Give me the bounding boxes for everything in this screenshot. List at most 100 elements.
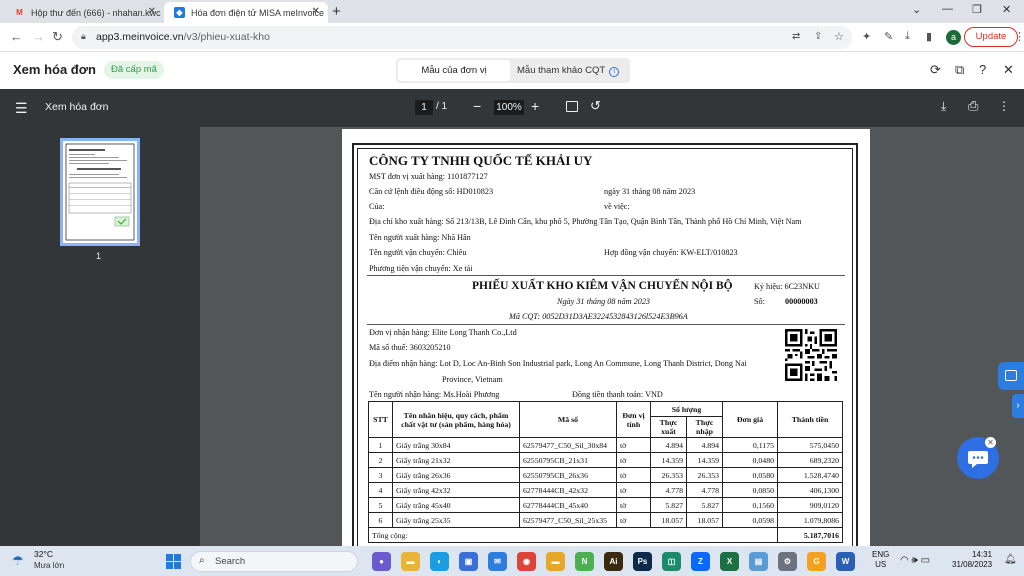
more-icon[interactable]: ⋮ (998, 99, 1010, 113)
cqt-template-button[interactable]: Mẫu tham khảo CQT i (514, 60, 626, 81)
print-icon[interactable]: ⎙ (968, 98, 978, 114)
cqt-code: Mã CQT: 0052D31D3AE3224532843126l524E3B9… (509, 312, 688, 321)
warehouse-address: Địa chỉ kho xuất hàng: Số 213/13B, Lê Đì… (369, 217, 802, 226)
cell-stt: 6 (368, 512, 393, 528)
document-date: Ngày 31 tháng 08 năm 2023 (557, 297, 651, 306)
photoshop-app-icon[interactable]: Ps (633, 552, 652, 571)
cell-name: Giấy trắng 26x36 (392, 467, 520, 483)
rotate-icon[interactable]: ↺ (590, 98, 601, 114)
new-tab-icon[interactable]: + (332, 3, 341, 20)
notification-icon[interactable]: 🔔︎ (1004, 554, 1017, 565)
minimize-icon[interactable]: — (942, 3, 953, 15)
thumbnail-preview (65, 143, 135, 241)
tab-misa[interactable]: ◆ Hóa đơn điện tử MISA meInvoice ✕ (164, 2, 328, 23)
nitro-app-icon[interactable]: N (575, 552, 594, 571)
chat-bubble-icon (1005, 370, 1017, 381)
cell-qty-out: 5.827 (650, 497, 687, 513)
close-icon[interactable]: ✕ (1003, 62, 1014, 78)
refresh-icon[interactable]: ⟳ (930, 62, 941, 78)
ms-app-icon[interactable]: ◫ (662, 552, 681, 571)
fit-page-icon[interactable] (566, 101, 578, 112)
cell-qty-out: 26.353 (650, 467, 687, 483)
zoom-input[interactable]: 100% (494, 100, 524, 115)
total-row: Tổng cộng: 5.187,7016 (368, 527, 843, 543)
pdf-page: CÔNG TY TNHH QUỐC TẾ KHẢI UY MST đơn vị … (342, 129, 870, 549)
menu-icon[interactable]: ☰ (15, 100, 28, 117)
page-number-input[interactable]: 1 (415, 100, 433, 115)
misa-icon: ◆ (174, 7, 185, 18)
translate-icon[interactable]: ⇄ (792, 31, 800, 42)
search-icon: ⌕ (199, 555, 205, 566)
file-explorer-icon[interactable]: ▬ (401, 552, 420, 571)
close-icon[interactable]: ✕ (148, 6, 156, 17)
tab-gmail[interactable]: M Hộp thư đến (666) - nhahan.kwc ✕ (4, 2, 164, 23)
reload-icon[interactable]: ↻ (52, 29, 63, 45)
close-icon[interactable]: ✕ (312, 6, 320, 17)
gmail-app-icon[interactable]: G (807, 552, 826, 571)
sidepanel-icon[interactable]: ▮ (926, 30, 932, 43)
pdf-viewer[interactable]: CÔNG TY TNHH QUỐC TẾ KHẢI UY MST đơn vị … (200, 127, 1024, 549)
download-icon[interactable]: ⤓ (905, 30, 910, 43)
system-tray[interactable]: ◠ 🕪︎ ▭ (900, 555, 930, 566)
download-icon[interactable]: ⤓ (941, 99, 946, 114)
weather-condition: Mưa lớn (34, 561, 65, 570)
back-icon[interactable]: ← (10, 29, 23, 44)
expand-panel-button[interactable]: › (1012, 394, 1024, 418)
illustrator-app-icon[interactable]: Ai (604, 552, 623, 571)
table-row: 1 Giấy trắng 30x84 62579477_C50_Sil_30x84 t… (368, 437, 843, 453)
search-input[interactable]: ⌕ Search (190, 551, 358, 572)
info-icon[interactable]: i (609, 67, 620, 77)
page-thumbnail[interactable] (60, 138, 140, 246)
photos-app-icon[interactable]: ▤ (749, 552, 768, 571)
zoom-in-icon[interactable]: + (531, 98, 539, 114)
share-icon[interactable]: ⇪ (814, 31, 822, 42)
edge-app-icon[interactable]: ◐ (430, 552, 449, 571)
store-app-icon[interactable]: ▣ (459, 552, 478, 571)
cell-name: Giấy trắng 42x32 (392, 482, 520, 498)
mail-app-icon[interactable]: ✉ (488, 552, 507, 571)
start-button[interactable] (166, 554, 181, 569)
tab-search-icon[interactable]: ⌄ (912, 3, 921, 16)
receiver-name: Tên người nhận hàng: Ms.Hoài Phương (369, 390, 500, 399)
close-icon[interactable]: ✕ (985, 437, 996, 448)
cell-qty-in: 14.359 (686, 452, 723, 468)
clock[interactable]: 14:31 31/08/2023 (952, 550, 992, 570)
word-app-icon[interactable]: W (836, 552, 855, 571)
col-code: Mã số (519, 401, 617, 438)
page-total: / 1 (436, 101, 448, 112)
receive-address: Địa điểm nhận hàng: Lot D, Loc An-Binh S… (369, 359, 747, 368)
window-close-icon[interactable]: ✕ (1002, 3, 1011, 16)
forward-icon[interactable]: → (32, 29, 45, 44)
folder-app-icon[interactable]: ▬ (546, 552, 565, 571)
meet-app-icon[interactable]: ● (372, 552, 391, 571)
maximize-icon[interactable]: ❐ (972, 3, 982, 16)
unit-template-button[interactable]: Mẫu của đơn vị (398, 60, 510, 81)
weather-rain-icon[interactable]: ☂ (12, 553, 24, 569)
cell-code: 62550795CB_21x31 (519, 452, 617, 468)
chrome-app-icon[interactable]: ◉ (517, 552, 536, 571)
bookmark-star-icon[interactable]: ☆ (834, 30, 844, 43)
avatar[interactable]: a (946, 30, 961, 45)
thumbnail-page-number: 1 (96, 251, 102, 261)
open-new-window-icon[interactable]: ⧉ (955, 62, 964, 78)
help-icon[interactable]: ? (979, 62, 986, 77)
settings-app-icon[interactable]: ⚙ (778, 552, 797, 571)
language-indicator[interactable]: ENG US (872, 550, 889, 570)
update-button[interactable]: Update (964, 27, 1018, 47)
zoom-out-icon[interactable]: − (473, 98, 481, 114)
gmail-icon: M (16, 8, 23, 17)
table-row: 3 Giấy trắng 26x36 62550795CB_26x36 tờ 26.35… (368, 467, 843, 483)
battery-icon: ▭ (920, 555, 931, 566)
browser-menu-icon[interactable]: ⋮ (1014, 30, 1024, 43)
extensions-icon[interactable]: ✦ (862, 30, 871, 43)
pin-icon[interactable]: ✎ (884, 30, 893, 43)
lock-icon[interactable]: 🔒︎ (81, 31, 86, 42)
cell-price: 0,1560 (722, 497, 778, 513)
zalo-app-icon[interactable]: Z (691, 552, 710, 571)
col-unit: Đơn vị tính (616, 401, 651, 438)
excel-app-icon[interactable]: X (720, 552, 739, 571)
cell-stt: 1 (368, 437, 393, 453)
side-widget-button[interactable] (998, 362, 1024, 390)
cell-unit: tờ (616, 467, 651, 483)
url-field[interactable]: 🔒︎ app3.meinvoice.vn/v3/phieu-xuat-kho ⇄… (72, 26, 852, 49)
